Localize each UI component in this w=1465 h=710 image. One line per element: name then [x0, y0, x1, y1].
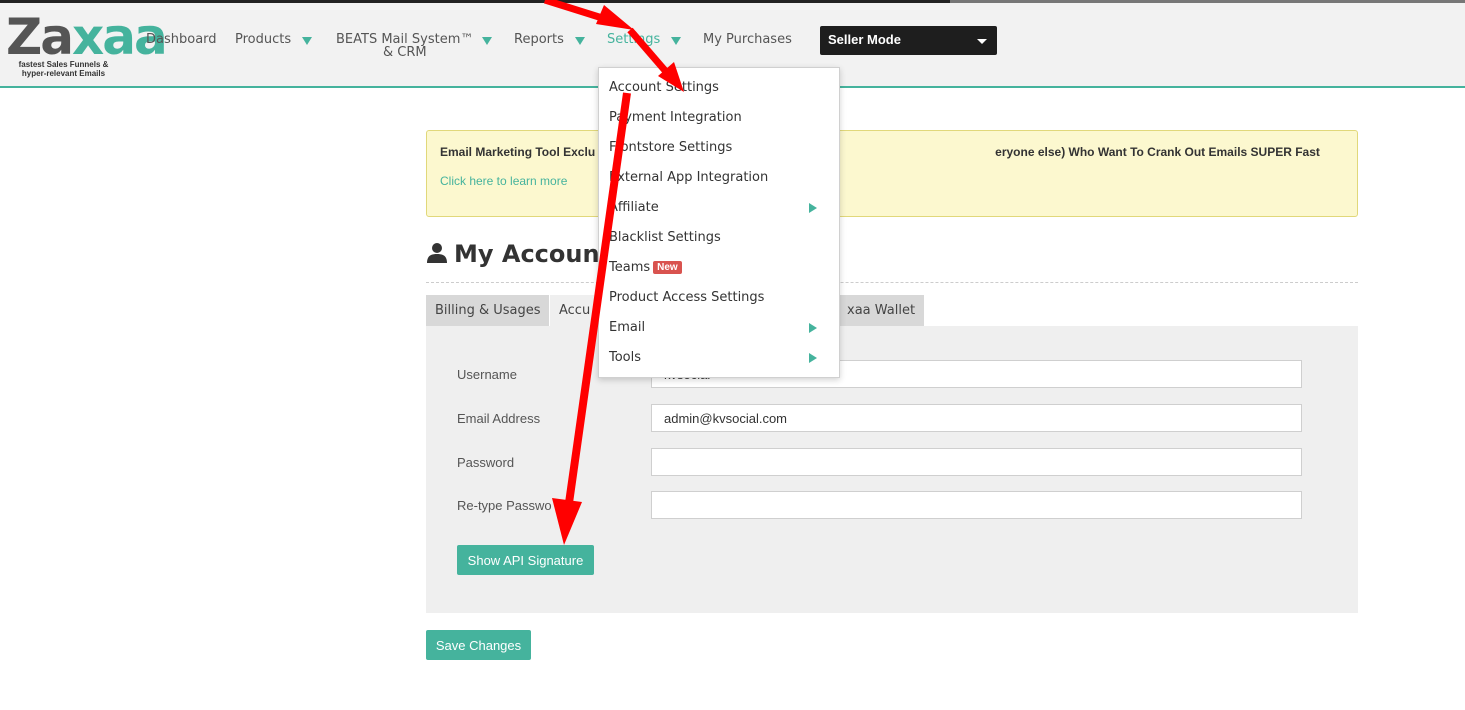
top-border-right: [950, 0, 1465, 3]
nav-reports[interactable]: Reports: [514, 32, 564, 47]
submenu-arrow-icon: [809, 203, 817, 213]
mode-select-value: Seller Mode: [828, 32, 901, 47]
nav-settings[interactable]: Settings: [607, 32, 660, 47]
menu-item-email[interactable]: Email: [609, 320, 645, 335]
menu-item-payment-integration[interactable]: Payment Integration: [609, 110, 742, 125]
tab-billing-usages[interactable]: Billing & Usages: [426, 295, 549, 326]
menu-item-external-app-integration[interactable]: External App Integration: [609, 170, 768, 185]
reports-caret-icon[interactable]: [575, 37, 585, 45]
new-badge: New: [653, 261, 682, 274]
menu-item-blacklist-settings[interactable]: Blacklist Settings: [609, 230, 721, 245]
user-icon: [427, 243, 447, 263]
menu-item-affiliate[interactable]: Affiliate: [609, 200, 659, 215]
password-field[interactable]: [651, 448, 1302, 476]
retype-password-field[interactable]: [651, 491, 1302, 519]
settings-caret-icon[interactable]: [671, 37, 681, 45]
submenu-arrow-icon: [809, 353, 817, 363]
email-field[interactable]: [651, 404, 1302, 432]
zaxaa-logo[interactable]: Zaxaa fastest Sales Funnels & hyper-rele…: [6, 8, 168, 86]
alert-headline: Email Marketing Tool Exclu eryone else) W…: [440, 145, 1320, 159]
logo-tagline: fastest Sales Funnels & hyper-relevant E…: [18, 60, 109, 78]
promo-alert: Email Marketing Tool Exclu eryone else) W…: [426, 130, 1358, 217]
menu-item-account-settings[interactable]: Account Settings: [609, 80, 719, 95]
nav-dashboard[interactable]: Dashboard: [146, 32, 217, 47]
username-label: Username: [457, 367, 517, 382]
menu-item-frontstore-settings[interactable]: Frontstore Settings: [609, 140, 732, 155]
submenu-arrow-icon: [809, 323, 817, 333]
menu-item-tools[interactable]: Tools: [609, 350, 641, 365]
nav-beats-crm-label[interactable]: & CRM: [383, 45, 427, 60]
settings-dropdown-menu: Account Settings Payment Integration Fro…: [598, 67, 840, 378]
retype-password-label: Re-type Passwo: [457, 498, 552, 513]
page-title: My Accoun: [426, 240, 600, 268]
show-api-signature-button[interactable]: Show API Signature: [457, 545, 594, 575]
tab-wallet[interactable]: xaa Wallet: [838, 295, 924, 326]
menu-item-teams[interactable]: Teams New: [609, 260, 682, 275]
email-label: Email Address: [457, 411, 541, 426]
password-label: Password: [457, 455, 515, 470]
chevron-down-icon: [977, 39, 987, 44]
beats-caret-icon[interactable]: [482, 37, 492, 45]
learn-more-link[interactable]: Click here to learn more: [440, 174, 567, 188]
title-divider: [426, 282, 1358, 283]
logo-wordmark: Zaxaa: [6, 8, 168, 66]
mode-select[interactable]: Seller Mode: [820, 26, 997, 55]
tab-account[interactable]: Accu: [550, 295, 600, 326]
menu-item-product-access-settings[interactable]: Product Access Settings: [609, 290, 764, 305]
save-changes-button[interactable]: Save Changes: [426, 630, 531, 660]
products-caret-icon[interactable]: [302, 37, 312, 45]
nav-my-purchases[interactable]: My Purchases: [703, 32, 792, 47]
nav-products[interactable]: Products: [235, 32, 291, 47]
